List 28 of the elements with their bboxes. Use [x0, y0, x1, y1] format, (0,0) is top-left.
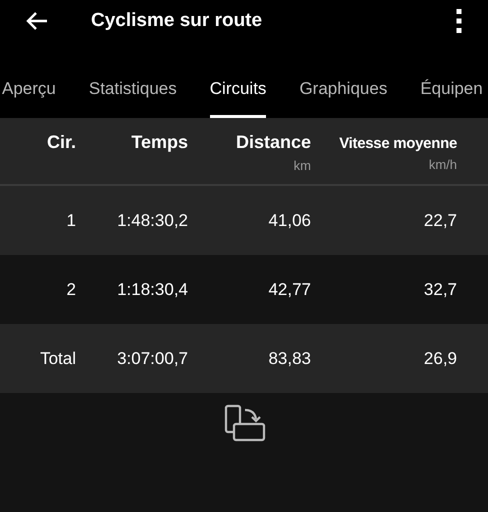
- more-options-button[interactable]: [456, 9, 462, 33]
- table-cell: 1:18:30,4: [117, 280, 188, 300]
- table-cell: 26,9: [424, 348, 457, 368]
- table-cell: 22,7: [424, 210, 457, 230]
- tab[interactable]: Équipen: [420, 42, 483, 118]
- table-cell: 42,77: [268, 280, 311, 300]
- screen-title: Cyclisme sur route: [91, 10, 264, 32]
- table-cell: 41,06: [268, 210, 311, 230]
- tab[interactable]: Graphiques: [299, 42, 388, 118]
- tab[interactable]: Statistiques: [88, 42, 177, 118]
- column-unit: km: [294, 158, 311, 173]
- table-cell: 1: [66, 210, 76, 230]
- column-header: Distance: [236, 132, 311, 153]
- back-arrow-icon: [26, 11, 48, 31]
- column-header: Temps: [131, 132, 188, 153]
- table-cell: 2: [66, 280, 76, 300]
- table-cell: 32,7: [424, 280, 457, 300]
- column-header: Cir.: [46, 132, 76, 153]
- tab[interactable]: Aperçu: [2, 42, 56, 118]
- table-cell: 3:07:00,7: [117, 348, 188, 368]
- table-cell: 1:48:30,2: [117, 210, 188, 230]
- table-cell: Total: [40, 348, 76, 368]
- table-cell: 83,83: [268, 348, 311, 368]
- more-options-icon: [456, 9, 462, 33]
- column-unit: km/h: [428, 157, 457, 172]
- rotate-screen-icon: [224, 404, 266, 442]
- back-button[interactable]: [25, 11, 49, 31]
- column-header: Vitesse moyenne: [339, 134, 457, 152]
